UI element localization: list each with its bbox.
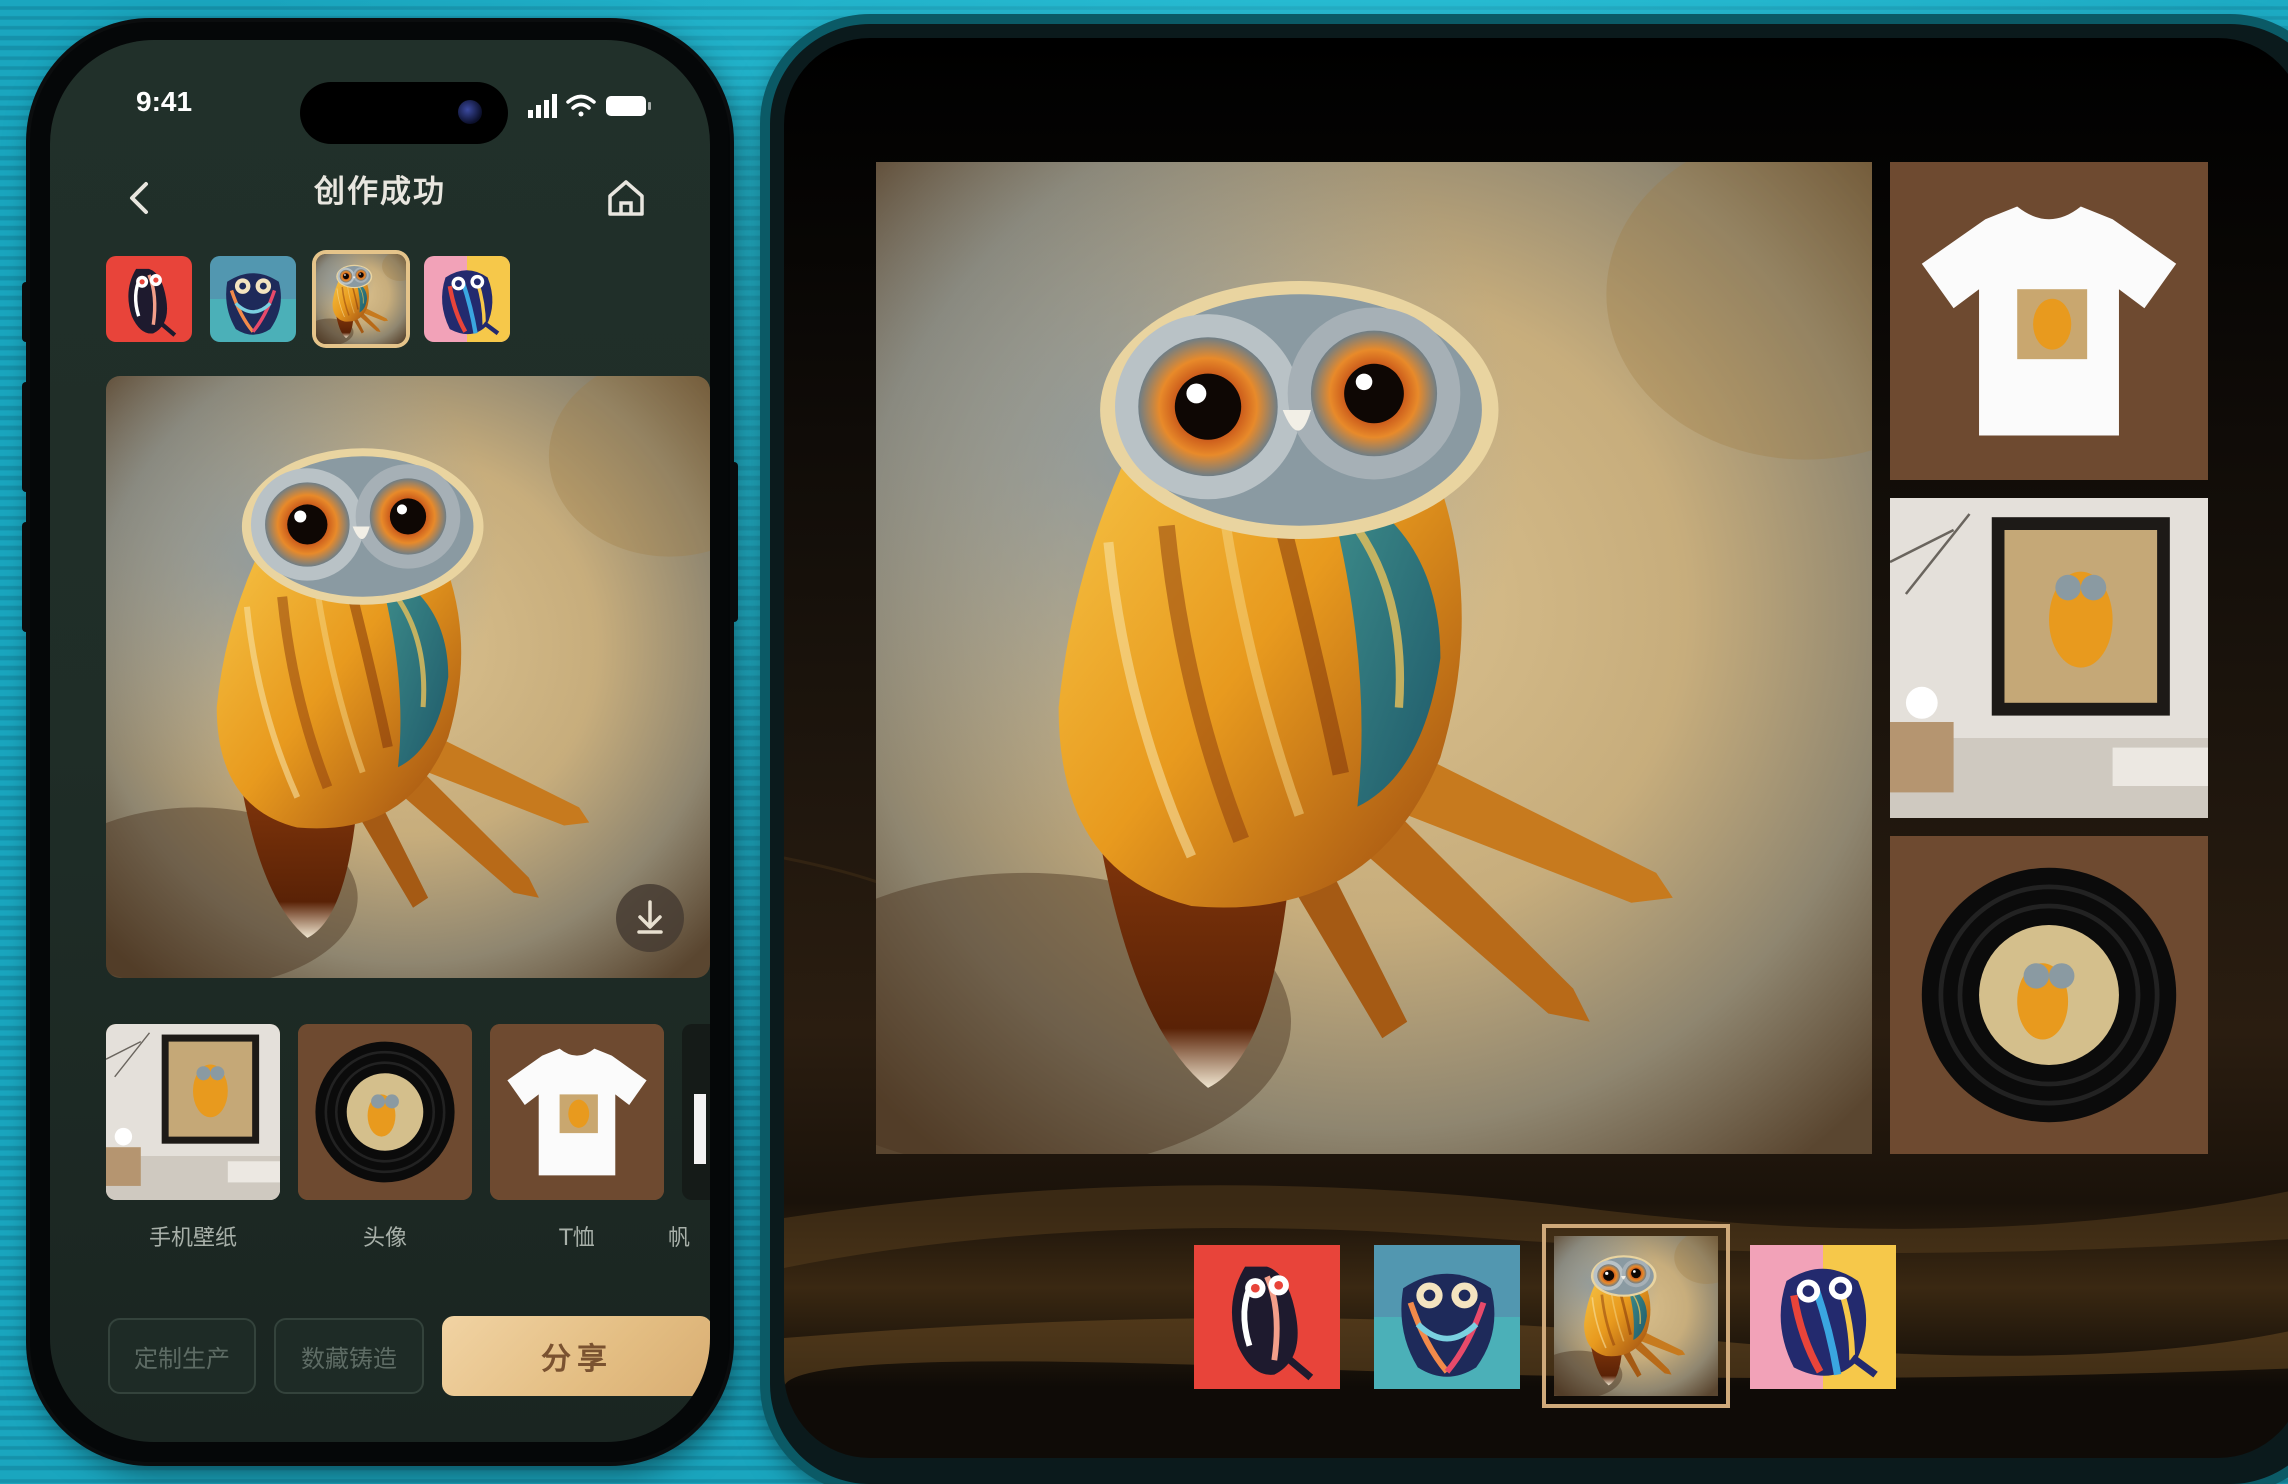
status-time: 9:41 [136, 86, 193, 117]
status-icons [528, 94, 651, 118]
mute-switch [22, 282, 30, 342]
product-tshirt[interactable] [490, 1024, 664, 1200]
blue-owl-thumbnail [210, 256, 296, 342]
tablet-gold-owl-thumbnail [1554, 1236, 1718, 1396]
phone-screen: 9:41 创作成功 手机壁纸 头像 T恤 帆 定制生产 数藏铸造 分享 [50, 40, 710, 1442]
download-button[interactable] [616, 884, 684, 952]
vinyl-avatar-image [298, 1024, 472, 1200]
product-label-canvas: 帆 [668, 1226, 691, 1251]
style-thumb-blue[interactable] [210, 256, 296, 342]
tablet-style-thumb-pink[interactable] [1750, 1245, 1896, 1389]
volume-up-button [22, 382, 30, 492]
power-button [730, 462, 738, 622]
tablet-product-avatar[interactable] [1890, 836, 2208, 1154]
product-label-tshirt: T恤 [559, 1226, 595, 1251]
style-thumb-red[interactable] [106, 256, 192, 342]
custom-production-button[interactable]: 定制生产 [108, 1318, 256, 1394]
tablet-style-thumb-blue[interactable] [1374, 1245, 1520, 1389]
product-label-wallpaper: 手机壁纸 [148, 1226, 237, 1251]
tablet-pink-owl-thumbnail [1750, 1245, 1896, 1389]
tshirt-mockup-image [490, 1024, 664, 1200]
product-avatar[interactable] [298, 1024, 472, 1200]
tablet-style-thumb-red[interactable] [1194, 1245, 1340, 1389]
style-thumb-pink[interactable] [424, 256, 510, 342]
home-icon[interactable] [604, 176, 648, 220]
tablet-product-tshirt[interactable] [1890, 162, 2208, 480]
tablet-style-thumb-gold-selected[interactable] [1554, 1236, 1718, 1396]
tablet-owl-artwork-image [876, 162, 1872, 1154]
canvas-mockup-image [694, 1094, 706, 1164]
tablet-main-artwork [876, 162, 1872, 1154]
battery-icon [606, 96, 651, 116]
wallpaper-mockup-image [106, 1024, 280, 1200]
share-button[interactable]: 分享 [442, 1316, 710, 1396]
tablet-vinyl-avatar-image [1890, 836, 2208, 1154]
product-label-avatar: 头像 [362, 1226, 407, 1251]
volume-down-button [22, 522, 30, 632]
phone-device: 9:41 创作成功 手机壁纸 头像 T恤 帆 定制生产 数藏铸造 分享 [22, 22, 738, 1462]
download-icon [637, 900, 663, 934]
wifi-icon [566, 94, 596, 117]
tablet-product-wallpaper[interactable] [1890, 498, 2208, 818]
tablet-red-owl-thumbnail [1194, 1245, 1340, 1389]
red-owl-thumbnail [106, 256, 192, 342]
gold-owl-thumbnail [316, 254, 406, 344]
cellular-signal-icon [528, 94, 557, 118]
product-canvas-partial[interactable] [682, 1024, 710, 1200]
digital-collectible-button[interactable]: 数藏铸造 [274, 1318, 424, 1394]
style-thumb-gold-selected[interactable] [316, 254, 406, 344]
pink-owl-thumbnail [424, 256, 510, 342]
share-button-label: 分享 [541, 1342, 613, 1377]
dynamic-island [300, 82, 508, 144]
product-wallpaper[interactable] [106, 1024, 280, 1200]
front-camera [458, 100, 482, 124]
tablet-tshirt-mockup-image [1890, 162, 2208, 480]
tablet-room-frame-image [1890, 498, 2208, 818]
tablet-blue-owl-thumbnail [1374, 1245, 1520, 1389]
